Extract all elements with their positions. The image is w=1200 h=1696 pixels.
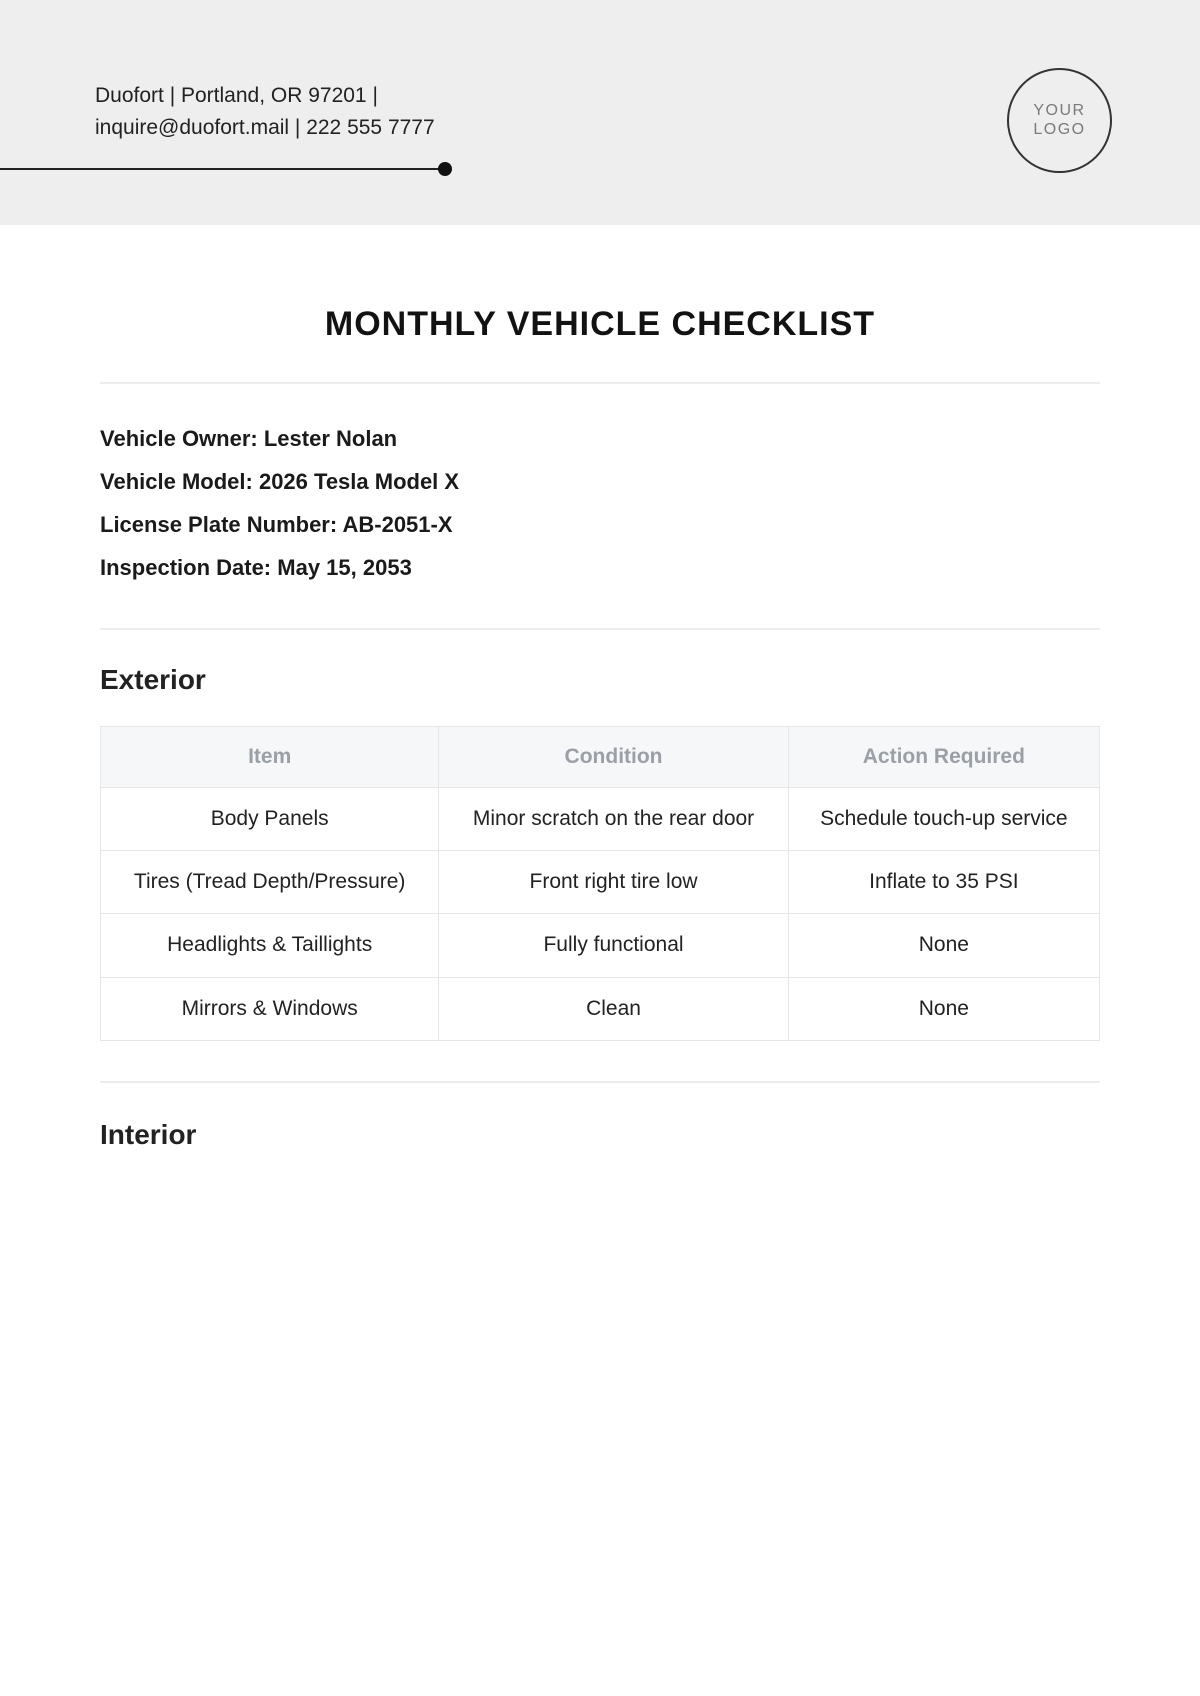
info-model-label: Vehicle Model: [100,469,253,494]
table-header-row: Item Condition Action Required [101,726,1100,787]
cell-action: None [788,977,1099,1040]
vehicle-info-block: Vehicle Owner: Lester Nolan Vehicle Mode… [100,418,1100,590]
cell-item: Headlights & Taillights [101,914,439,977]
header-divider-line [0,168,445,170]
info-divider [100,628,1100,630]
cell-item: Body Panels [101,787,439,850]
logo-text-2: LOGO [1033,121,1085,139]
company-line-1: Duofort | Portland, OR 97201 | [95,80,435,112]
company-contact: Duofort | Portland, OR 97201 | inquire@d… [95,80,435,143]
cell-action: Inflate to 35 PSI [788,851,1099,914]
section-heading-interior: Interior [100,1119,1100,1151]
header-divider-dot-icon [438,162,452,176]
exterior-table: Item Condition Action Required Body Pane… [100,726,1100,1042]
table-row: Tires (Tread Depth/Pressure) Front right… [101,851,1100,914]
col-header-action: Action Required [788,726,1099,787]
table-row: Mirrors & Windows Clean None [101,977,1100,1040]
logo-text-1: YOUR [1033,102,1085,120]
info-date: Inspection Date: May 15, 2053 [100,547,1100,590]
info-owner-label: Vehicle Owner: [100,426,258,451]
table-row: Body Panels Minor scratch on the rear do… [101,787,1100,850]
cell-condition: Fully functional [439,914,788,977]
section-heading-exterior: Exterior [100,664,1100,696]
table-row: Headlights & Taillights Fully functional… [101,914,1100,977]
cell-item: Tires (Tread Depth/Pressure) [101,851,439,914]
info-model-value: 2026 Tesla Model X [259,469,459,494]
info-date-label: Inspection Date: [100,555,271,580]
cell-condition: Front right tire low [439,851,788,914]
col-header-item: Item [101,726,439,787]
info-owner: Vehicle Owner: Lester Nolan [100,418,1100,461]
cell-action: None [788,914,1099,977]
cell-condition: Clean [439,977,788,1040]
section-divider [100,1081,1100,1083]
cell-action: Schedule touch-up service [788,787,1099,850]
info-plate-value: AB-2051-X [342,512,452,537]
info-plate-label: License Plate Number: [100,512,337,537]
company-line-2: inquire@duofort.mail | 222 555 7777 [95,112,435,144]
document-header: Duofort | Portland, OR 97201 | inquire@d… [0,0,1200,225]
info-date-value: May 15, 2053 [277,555,412,580]
info-plate: License Plate Number: AB-2051-X [100,504,1100,547]
document-body: MONTHLY VEHICLE CHECKLIST Vehicle Owner:… [0,225,1200,1221]
info-model: Vehicle Model: 2026 Tesla Model X [100,461,1100,504]
logo-placeholder: YOUR LOGO [1007,68,1112,173]
cell-item: Mirrors & Windows [101,977,439,1040]
info-owner-value: Lester Nolan [264,426,397,451]
col-header-condition: Condition [439,726,788,787]
title-divider [100,382,1100,384]
cell-condition: Minor scratch on the rear door [439,787,788,850]
page-title: MONTHLY VEHICLE CHECKLIST [100,305,1100,344]
